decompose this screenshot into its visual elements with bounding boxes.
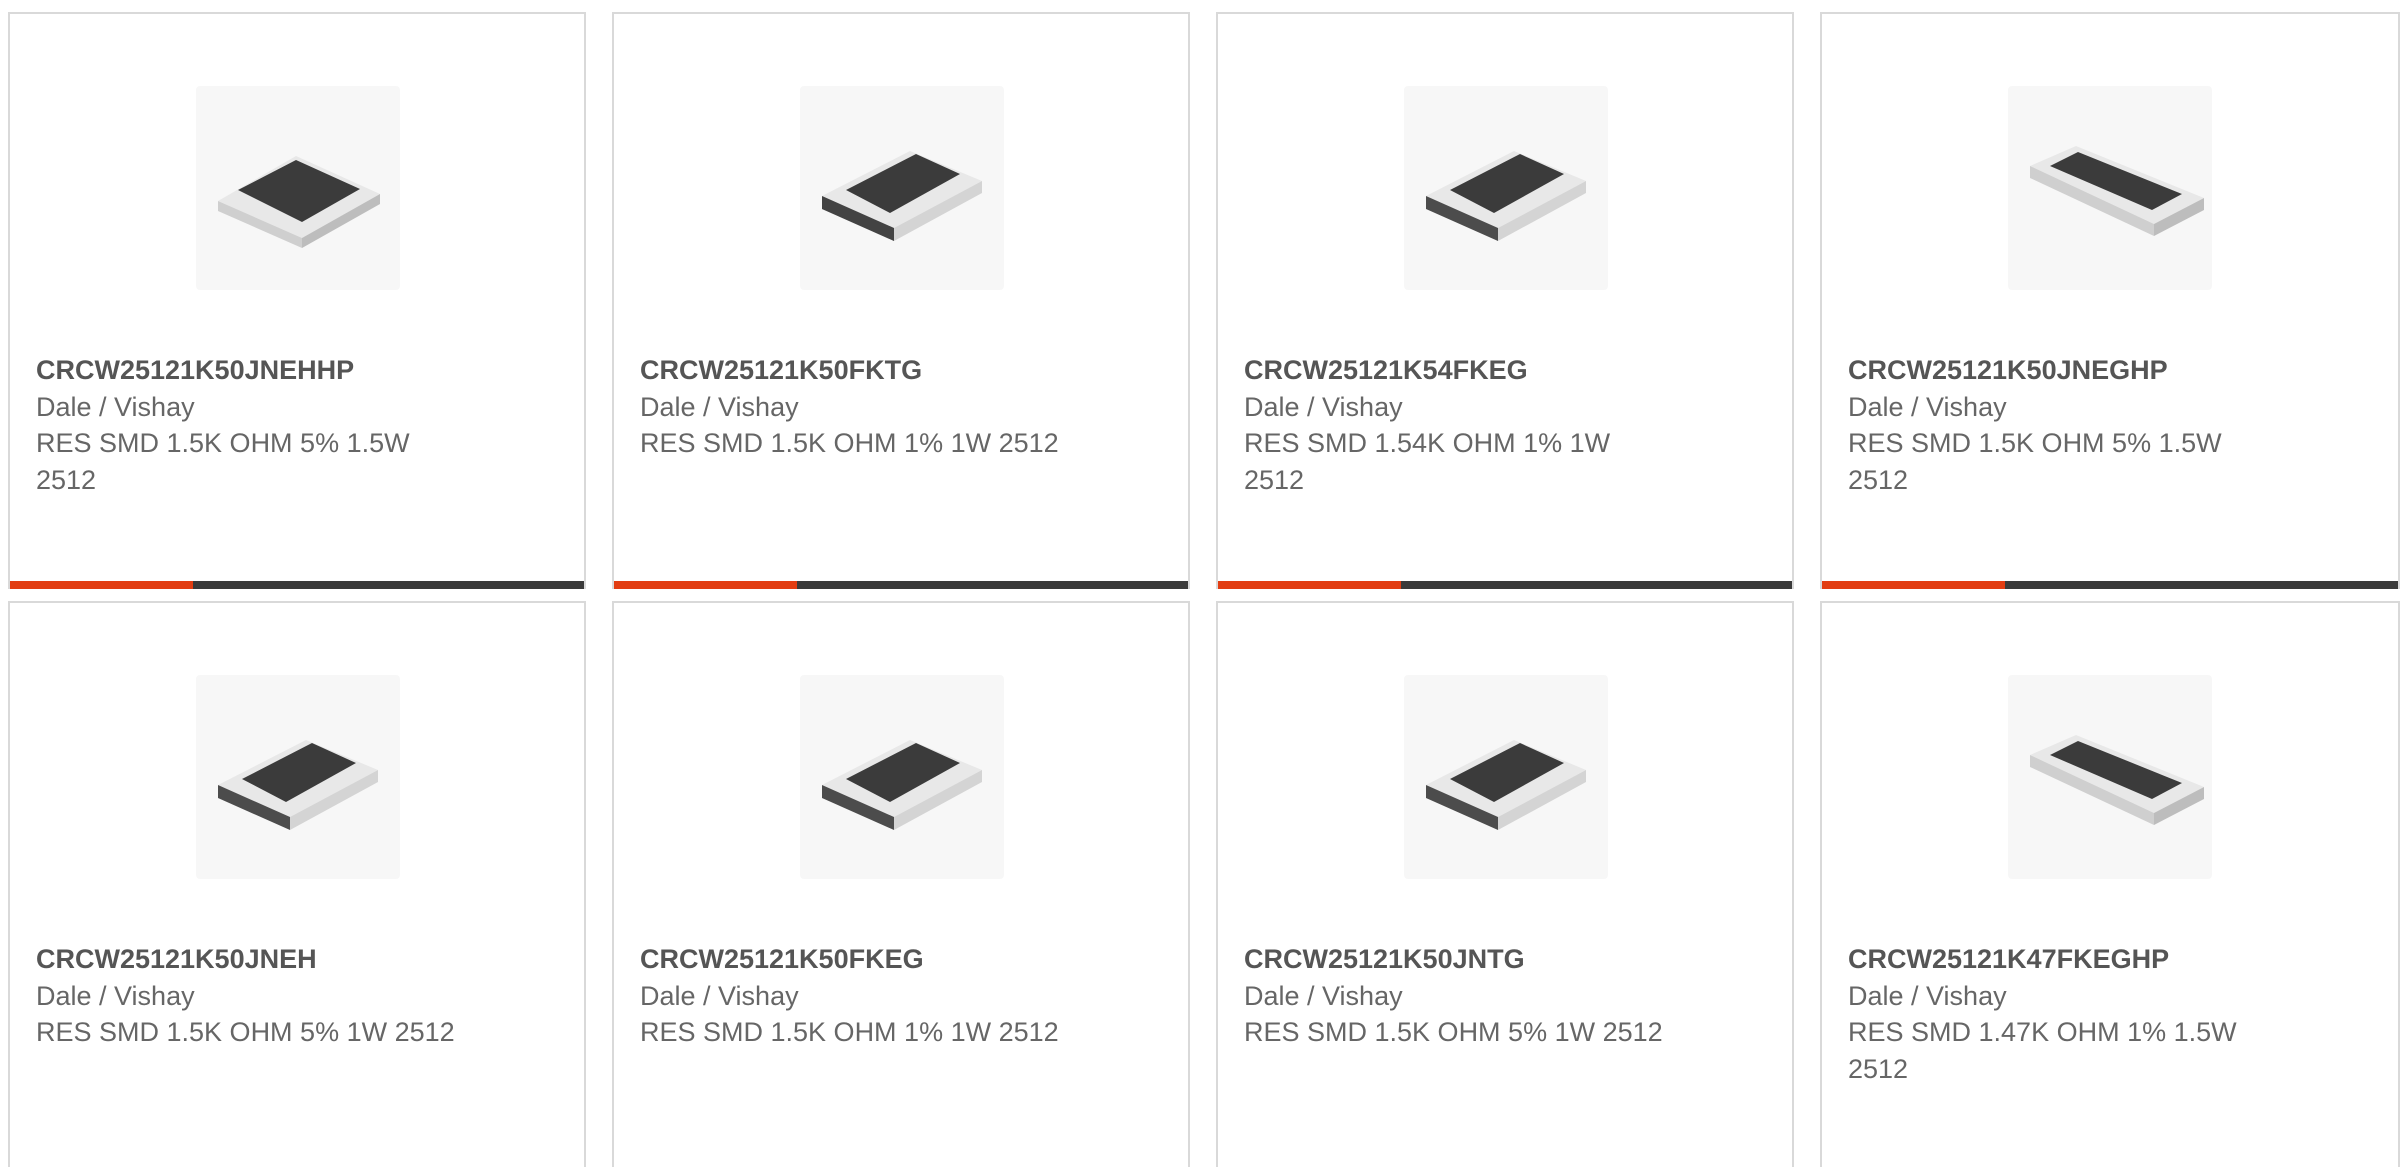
resistor-chip-icon[interactable] xyxy=(196,86,400,290)
card-footer-bar xyxy=(1822,581,2398,589)
manufacturer: Dale / Vishay xyxy=(36,980,195,1011)
manufacturer: Dale / Vishay xyxy=(1848,980,2007,1011)
manufacturer: Dale / Vishay xyxy=(640,980,799,1011)
product-grid: CRCW25121K50JNEHHP Dale / Vishay RES SMD… xyxy=(0,0,2400,1167)
resistor-chip-icon[interactable] xyxy=(2008,675,2212,879)
manufacturer: Dale / Vishay xyxy=(640,391,799,422)
part-number[interactable]: CRCW25121K54FKEG xyxy=(1244,352,1664,389)
product-description: RES SMD 1.5K OHM 5% 1W 2512 xyxy=(36,1017,455,1047)
manufacturer: Dale / Vishay xyxy=(36,391,195,422)
product-description: RES SMD 1.5K OHM 1% 1W 2512 xyxy=(640,428,1059,458)
manufacturer: Dale / Vishay xyxy=(1848,391,2007,422)
product-description: RES SMD 1.54K OHM 1% 1W 2512 xyxy=(1244,428,1611,495)
part-number[interactable]: CRCW25121K50JNTG xyxy=(1244,941,1664,978)
card-footer-bar xyxy=(614,581,1188,589)
product-description: RES SMD 1.5K OHM 5% 1.5W 2512 xyxy=(1848,428,2222,495)
card-footer-bar xyxy=(1218,581,1792,589)
product-info: CRCW25121K50JNTG Dale / Vishay RES SMD 1… xyxy=(1244,941,1664,1051)
product-card[interactable]: CRCW25121K50JNTG Dale / Vishay RES SMD 1… xyxy=(1216,601,1794,1167)
accent-stripe xyxy=(1218,581,1401,589)
part-number[interactable]: CRCW25121K50FKEG xyxy=(640,941,1060,978)
product-info: CRCW25121K50JNEH Dale / Vishay RES SMD 1… xyxy=(36,941,456,1051)
product-info: CRCW25121K50JNEGHP Dale / Vishay RES SMD… xyxy=(1848,352,2268,498)
part-number[interactable]: CRCW25121K47FKEGHP xyxy=(1848,941,2268,978)
resistor-chip-icon[interactable] xyxy=(2008,86,2212,290)
part-number[interactable]: CRCW25121K50JNEH xyxy=(36,941,456,978)
product-card[interactable]: CRCW25121K50FKEG Dale / Vishay RES SMD 1… xyxy=(612,601,1190,1167)
part-number[interactable]: CRCW25121K50JNEHHP xyxy=(36,352,456,389)
manufacturer: Dale / Vishay xyxy=(1244,391,1403,422)
product-card[interactable]: CRCW25121K50JNEHHP Dale / Vishay RES SMD… xyxy=(8,12,586,589)
product-card[interactable]: CRCW25121K54FKEG Dale / Vishay RES SMD 1… xyxy=(1216,12,1794,589)
resistor-chip-icon[interactable] xyxy=(1404,675,1608,879)
accent-stripe xyxy=(614,581,797,589)
part-number[interactable]: CRCW25121K50JNEGHP xyxy=(1848,352,2268,389)
product-description: RES SMD 1.5K OHM 5% 1.5W 2512 xyxy=(36,428,410,495)
product-description: RES SMD 1.5K OHM 5% 1W 2512 xyxy=(1244,1017,1663,1047)
resistor-chip-icon[interactable] xyxy=(800,675,1004,879)
product-info: CRCW25121K50JNEHHP Dale / Vishay RES SMD… xyxy=(36,352,456,498)
product-info: CRCW25121K47FKEGHP Dale / Vishay RES SMD… xyxy=(1848,941,2268,1087)
product-card[interactable]: CRCW25121K50FKTG Dale / Vishay RES SMD 1… xyxy=(612,12,1190,589)
resistor-chip-icon[interactable] xyxy=(196,675,400,879)
product-card[interactable]: CRCW25121K50JNEGHP Dale / Vishay RES SMD… xyxy=(1820,12,2400,589)
resistor-chip-icon[interactable] xyxy=(800,86,1004,290)
product-info: CRCW25121K50FKTG Dale / Vishay RES SMD 1… xyxy=(640,352,1060,462)
product-card[interactable]: CRCW25121K50JNEH Dale / Vishay RES SMD 1… xyxy=(8,601,586,1167)
accent-stripe xyxy=(1822,581,2005,589)
product-description: RES SMD 1.47K OHM 1% 1.5W 2512 xyxy=(1848,1017,2237,1084)
part-number[interactable]: CRCW25121K50FKTG xyxy=(640,352,1060,389)
card-footer-bar xyxy=(10,581,584,589)
manufacturer: Dale / Vishay xyxy=(1244,980,1403,1011)
product-info: CRCW25121K54FKEG Dale / Vishay RES SMD 1… xyxy=(1244,352,1664,498)
product-card[interactable]: CRCW25121K47FKEGHP Dale / Vishay RES SMD… xyxy=(1820,601,2400,1167)
accent-stripe xyxy=(10,581,193,589)
product-info: CRCW25121K50FKEG Dale / Vishay RES SMD 1… xyxy=(640,941,1060,1051)
resistor-chip-icon[interactable] xyxy=(1404,86,1608,290)
product-description: RES SMD 1.5K OHM 1% 1W 2512 xyxy=(640,1017,1059,1047)
